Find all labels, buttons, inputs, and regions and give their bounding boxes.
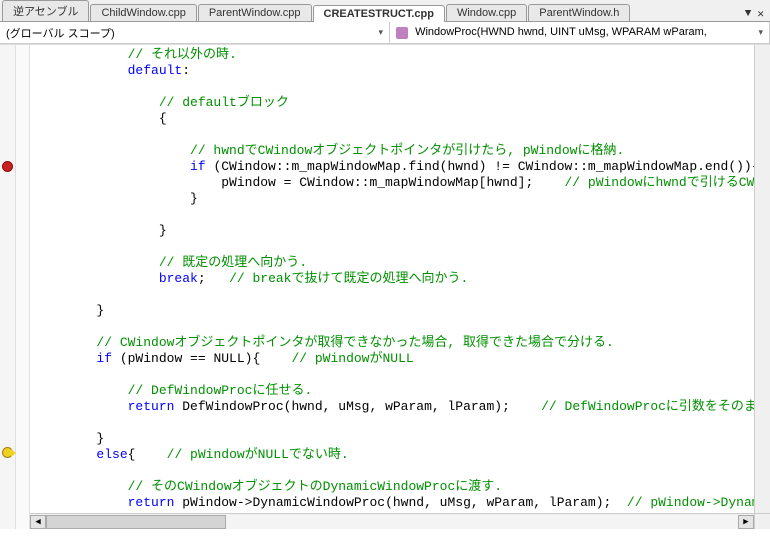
scrollbar-corner <box>754 513 770 529</box>
scrollbar-track[interactable] <box>46 515 738 529</box>
tab-bar: 逆アセンブル ChildWindow.cpp ParentWindow.cpp … <box>0 0 770 22</box>
breakpoint-marker[interactable] <box>2 161 13 172</box>
function-icon <box>396 27 408 39</box>
code-area[interactable]: // それ以外の時. default: // defaultブロック { // … <box>30 45 770 529</box>
editor: // それ以外の時. default: // defaultブロック { // … <box>0 44 770 529</box>
scrollbar-thumb[interactable] <box>46 515 226 529</box>
navigation-bar: (グローバル スコープ) ▾ WindowProc(HWND hwnd, UIN… <box>0 22 770 44</box>
tab-childwindow-cpp[interactable]: ChildWindow.cpp <box>90 4 196 21</box>
horizontal-scrollbar[interactable]: ◀ ▶ <box>30 513 754 529</box>
scroll-left-icon[interactable]: ◀ <box>30 515 46 529</box>
outline-gutter[interactable] <box>16 45 30 529</box>
chevron-down-icon: ▾ <box>378 27 383 38</box>
tab-controls: ▼ ✕ <box>745 7 770 21</box>
function-dropdown-value: WindowProc(HWND hwnd, UINT uMsg, WPARAM … <box>415 26 707 38</box>
tab-parentwindow-cpp[interactable]: ParentWindow.cpp <box>198 4 312 21</box>
vertical-scrollbar[interactable] <box>754 45 770 513</box>
scope-dropdown-value: (グローバル スコープ) <box>6 25 115 41</box>
tab-close-icon[interactable]: ✕ <box>757 7 764 21</box>
tab-parentwindow-h[interactable]: ParentWindow.h <box>528 4 630 21</box>
scroll-right-icon[interactable]: ▶ <box>738 515 754 529</box>
chevron-down-icon: ▾ <box>758 27 763 38</box>
tab-dropdown-icon[interactable]: ▼ <box>745 8 752 20</box>
tab-createstruct-cpp[interactable]: CREATESTRUCT.cpp <box>313 5 445 22</box>
execution-pointer-icon[interactable] <box>2 447 13 458</box>
breakpoint-gutter[interactable] <box>0 45 16 529</box>
source-code[interactable]: // それ以外の時. default: // defaultブロック { // … <box>30 45 770 529</box>
scope-dropdown[interactable]: (グローバル スコープ) ▾ <box>0 22 390 43</box>
tab-window-cpp[interactable]: Window.cpp <box>446 4 527 21</box>
tab-disassembly[interactable]: 逆アセンブル <box>2 0 89 21</box>
function-dropdown[interactable]: WindowProc(HWND hwnd, UINT uMsg, WPARAM … <box>390 22 770 43</box>
